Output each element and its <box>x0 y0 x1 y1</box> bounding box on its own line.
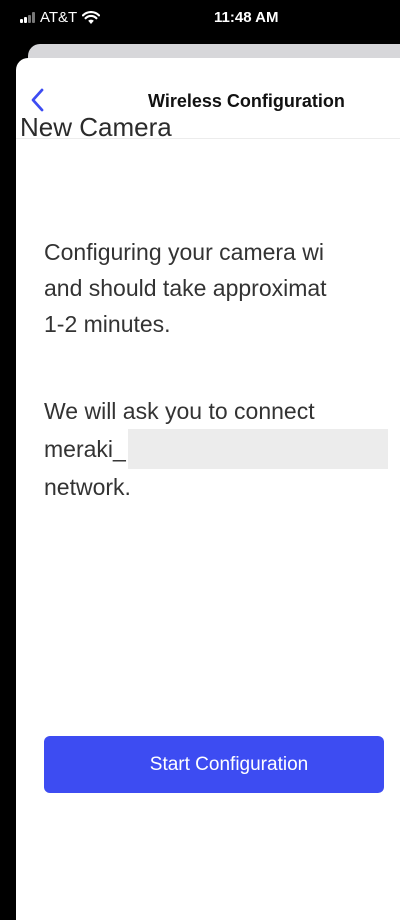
description-line: 1-2 minutes. <box>44 311 171 337</box>
network-instruction: We will ask you to connect meraki_ netwo… <box>44 393 388 505</box>
network-name-line: meraki_ <box>44 429 388 469</box>
status-bar: AT&T 11:48 AM <box>0 0 400 40</box>
network-prefix: meraki_ <box>44 436 126 462</box>
configuration-description: Configuring your camera wi and should ta… <box>44 234 327 342</box>
wifi-icon <box>82 10 101 24</box>
start-configuration-button[interactable]: Start Configuration <box>44 736 384 793</box>
description-line: and should take approximat <box>44 275 327 301</box>
instruction-line: network. <box>44 474 131 500</box>
instruction-line: We will ask you to connect <box>44 398 315 424</box>
phone-screen: AT&T 11:48 AM Wireless Configuration New… <box>0 0 400 920</box>
start-configuration-label: Start Configuration <box>149 753 309 775</box>
back-button[interactable] <box>26 85 48 115</box>
nav-title: Wireless Configuration <box>148 91 345 111</box>
page-title: New Camera <box>20 112 172 142</box>
signal-icon <box>20 12 35 23</box>
status-left: AT&T <box>20 9 101 26</box>
redacted-network-name <box>127 429 388 469</box>
status-time: 11:48 AM <box>214 9 279 26</box>
description-line: Configuring your camera wi <box>44 239 324 265</box>
chevron-left-icon <box>31 88 44 112</box>
carrier-label: AT&T <box>40 9 78 26</box>
